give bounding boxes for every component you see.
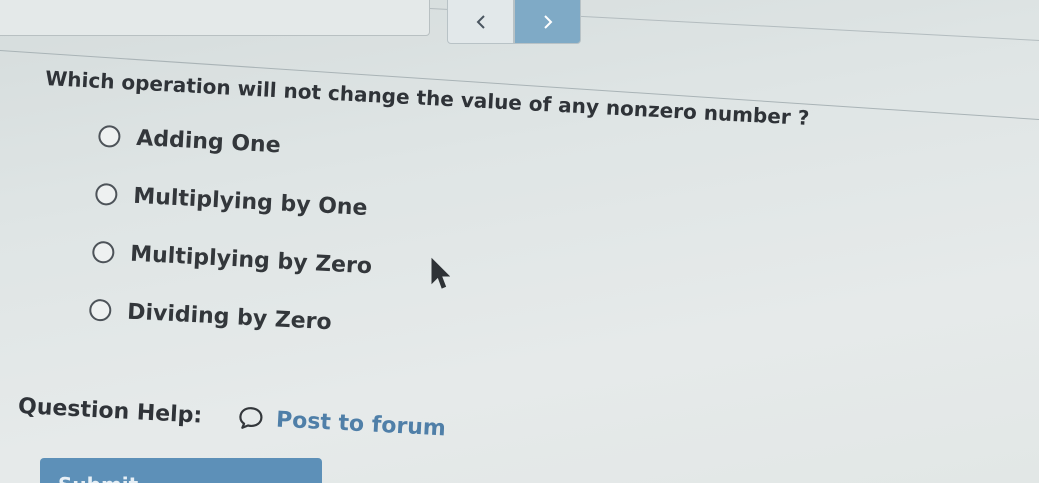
previous-question-button[interactable] [447,0,514,44]
mouse-cursor-icon [431,257,450,289]
question-help-label: Question Help: [17,393,203,429]
question-panel: Which operation will not change the valu… [18,66,974,468]
speech-bubble-icon [239,407,263,429]
radio-button[interactable] [88,298,112,322]
option-label: Adding One [135,125,282,158]
option-label: Dividing by Zero [126,299,333,335]
radio-button[interactable] [97,124,121,148]
option-label: Multiplying by One [132,183,369,221]
chevron-left-icon [476,15,485,29]
radio-button[interactable] [91,240,115,264]
option-label: Multiplying by Zero [129,241,373,279]
question-help: Question Help: Post to forum [17,393,957,468]
post-to-forum-label: Post to forum [275,407,447,441]
answer-field[interactable] [0,0,430,36]
submit-button[interactable]: Submit [40,458,322,483]
post-to-forum-link[interactable]: Post to forum [237,405,446,442]
radio-button[interactable] [94,182,118,206]
chevron-right-icon [543,15,552,29]
next-question-button[interactable] [514,0,581,44]
answer-options: Adding One Multiplying by One Multiplyin… [88,107,973,384]
question-nav [447,0,581,44]
